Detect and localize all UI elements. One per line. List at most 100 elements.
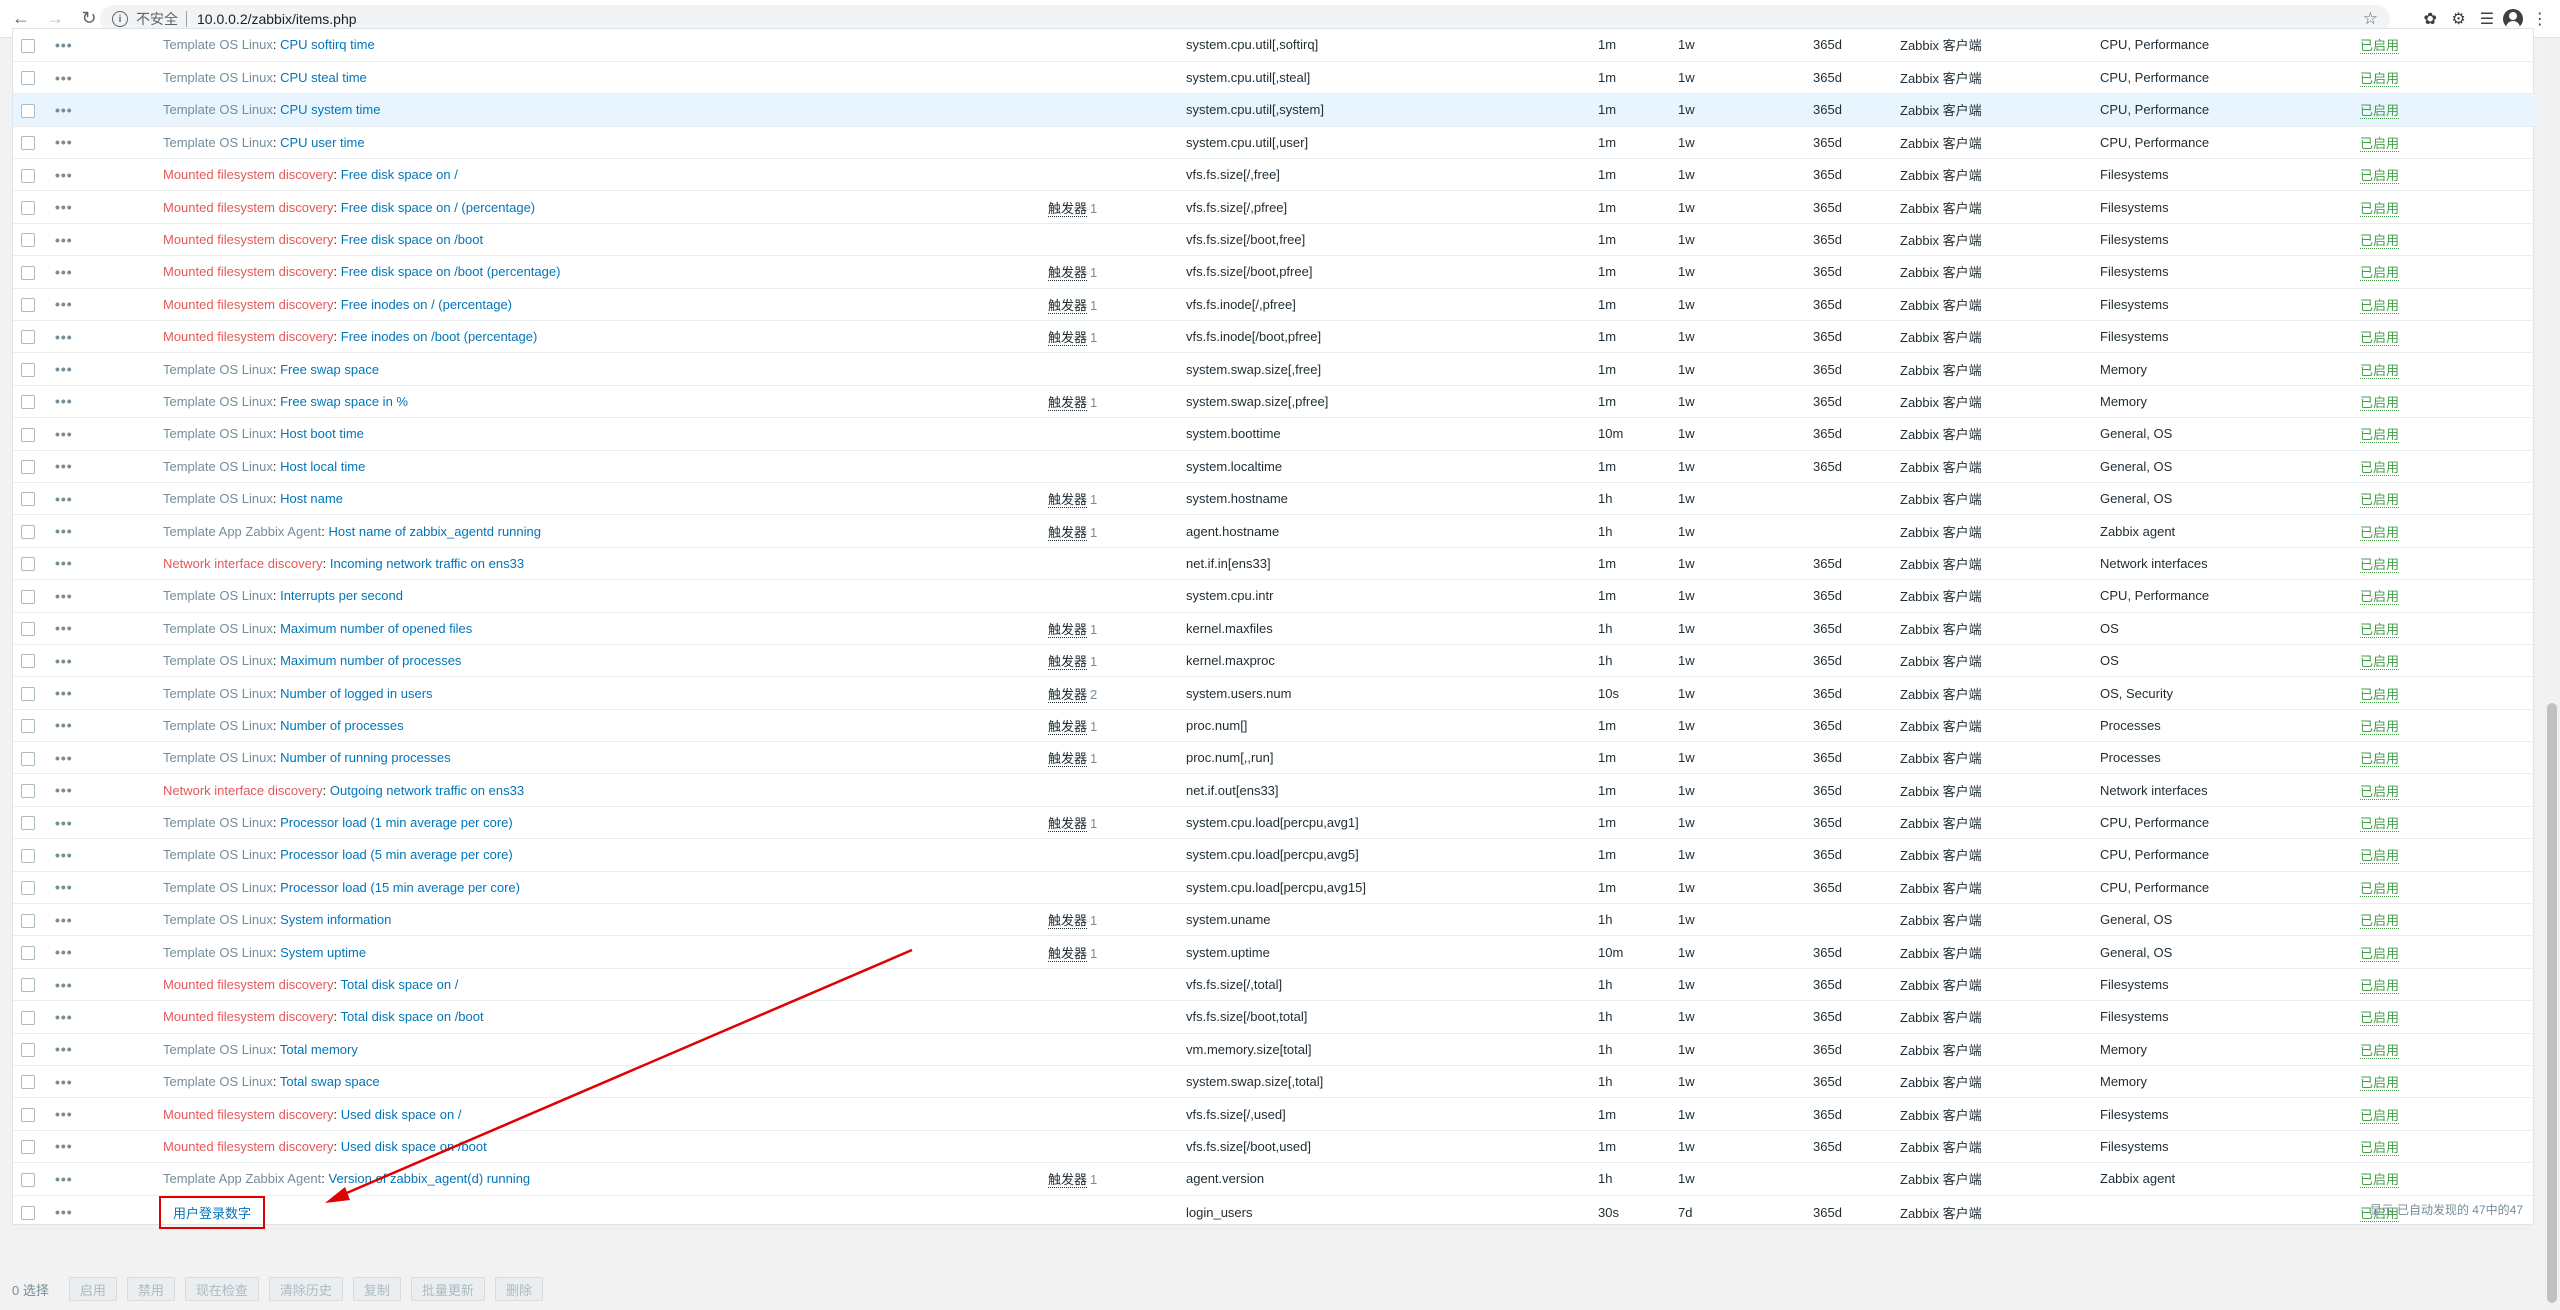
more-options-icon[interactable]: ••• [55, 264, 73, 280]
status-toggle-link[interactable]: 已启用 [2360, 394, 2400, 411]
row-checkbox[interactable] [21, 298, 35, 313]
row-checkbox[interactable] [21, 1140, 35, 1155]
status-toggle-link[interactable]: 已启用 [2360, 718, 2400, 735]
row-checkbox[interactable] [21, 168, 35, 183]
item-template-link[interactable]: Network interface discovery [163, 556, 323, 571]
more-options-icon[interactable]: ••• [55, 37, 73, 53]
item-template-link[interactable]: Mounted filesystem discovery [163, 977, 334, 992]
triggers-link[interactable]: 触发器 [1048, 718, 1088, 735]
triggers-link[interactable]: 触发器 [1048, 330, 1088, 347]
status-toggle-link[interactable]: 已启用 [2360, 1172, 2400, 1189]
item-name-link[interactable]: Free inodes on / (percentage) [341, 297, 512, 312]
more-options-icon[interactable]: ••• [55, 1138, 73, 1154]
row-checkbox[interactable] [21, 460, 35, 475]
more-options-icon[interactable]: ••• [55, 912, 73, 928]
item-name-link[interactable]: Version of zabbix_agent(d) running [329, 1171, 531, 1186]
disable-button[interactable]: 禁用 [126, 1277, 175, 1301]
item-template-link[interactable]: Mounted filesystem discovery [163, 264, 334, 279]
item-template-link[interactable]: Mounted filesystem discovery [163, 1009, 334, 1024]
row-checkbox[interactable] [21, 1172, 35, 1187]
item-name-link[interactable]: Total swap space [280, 1074, 380, 1089]
bookmark-star-icon[interactable]: ☆ [2363, 9, 2378, 29]
triggers-link[interactable]: 触发器 [1048, 816, 1088, 833]
status-toggle-link[interactable]: 已启用 [2360, 297, 2400, 314]
item-template-link[interactable]: Template OS Linux [163, 1074, 273, 1089]
status-toggle-link[interactable]: 已启用 [2360, 945, 2400, 962]
status-toggle-link[interactable]: 已启用 [2360, 556, 2400, 573]
item-name-link[interactable]: Number of running processes [280, 750, 451, 765]
item-name-link[interactable]: Free swap space [280, 362, 379, 377]
row-checkbox[interactable] [21, 589, 35, 604]
item-name-link[interactable]: Maximum number of opened files [280, 621, 472, 636]
item-template-link[interactable]: Template OS Linux [163, 912, 273, 927]
status-toggle-link[interactable]: 已启用 [2360, 168, 2400, 185]
status-toggle-link[interactable]: 已启用 [2360, 459, 2400, 476]
item-name-link[interactable]: Total disk space on /boot [341, 1009, 484, 1024]
item-template-link[interactable]: Template OS Linux [163, 718, 273, 733]
item-template-link[interactable]: Template OS Linux [163, 880, 273, 895]
item-template-link[interactable]: Network interface discovery [163, 783, 323, 798]
more-options-icon[interactable]: ••• [55, 329, 73, 345]
triggers-link[interactable]: 触发器 [1048, 913, 1088, 930]
triggers-link[interactable]: 触发器 [1048, 265, 1088, 282]
mass-update-button[interactable]: 批量更新 [410, 1277, 485, 1301]
row-checkbox[interactable] [21, 1075, 35, 1090]
item-name-link[interactable]: Incoming network traffic on ens33 [330, 556, 524, 571]
item-name-link[interactable]: Number of logged in users [280, 686, 432, 701]
status-toggle-link[interactable]: 已启用 [2360, 783, 2400, 800]
delete-button[interactable]: 删除 [494, 1277, 543, 1301]
triggers-link[interactable]: 触发器 [1048, 394, 1088, 411]
item-template-link[interactable]: Template OS Linux [163, 394, 273, 409]
clear-history-button[interactable]: 清除历史 [268, 1277, 343, 1301]
item-name-link[interactable]: CPU user time [280, 135, 365, 150]
status-toggle-link[interactable]: 已启用 [2360, 913, 2400, 930]
more-options-icon[interactable]: ••• [55, 1106, 73, 1122]
triggers-link[interactable]: 触发器 [1048, 945, 1088, 962]
enable-button[interactable]: 启用 [68, 1277, 117, 1301]
row-checkbox[interactable] [21, 686, 35, 701]
more-options-icon[interactable]: ••• [55, 620, 73, 636]
status-toggle-link[interactable]: 已启用 [2360, 880, 2400, 897]
more-options-icon[interactable]: ••• [55, 361, 73, 377]
status-toggle-link[interactable]: 已启用 [2360, 1139, 2400, 1156]
item-template-link[interactable]: Mounted filesystem discovery [163, 329, 334, 344]
more-options-icon[interactable]: ••• [55, 199, 73, 215]
puzzle-icon[interactable]: ⚙ [2447, 9, 2471, 29]
item-template-link[interactable]: Template OS Linux [163, 362, 273, 377]
status-toggle-link[interactable]: 已启用 [2360, 524, 2400, 541]
item-name-link[interactable]: Free disk space on / [341, 167, 458, 182]
item-template-link[interactable]: Template OS Linux [163, 70, 273, 85]
row-checkbox[interactable] [21, 103, 35, 118]
more-options-icon[interactable]: ••• [55, 750, 73, 766]
row-checkbox[interactable] [21, 38, 35, 53]
row-checkbox[interactable] [21, 136, 35, 151]
item-name-link[interactable]: Free disk space on /boot [341, 232, 483, 247]
row-checkbox[interactable] [21, 265, 35, 280]
more-options-icon[interactable]: ••• [55, 847, 73, 863]
more-options-icon[interactable]: ••• [55, 653, 73, 669]
item-template-link[interactable]: Template OS Linux [163, 588, 273, 603]
item-name-link[interactable]: Free disk space on / (percentage) [341, 200, 535, 215]
check-now-button[interactable]: 现在检查 [184, 1277, 259, 1301]
status-toggle-link[interactable]: 已启用 [2360, 330, 2400, 347]
row-checkbox[interactable] [21, 362, 35, 377]
row-checkbox[interactable] [21, 233, 35, 248]
scrollbar-track[interactable] [2544, 38, 2560, 1310]
menu-kebab-icon[interactable]: ⋮ [2528, 9, 2552, 29]
item-name-link[interactable]: Host name [280, 491, 343, 506]
triggers-link[interactable]: 触发器 [1048, 654, 1088, 671]
more-options-icon[interactable]: ••• [55, 523, 73, 539]
item-template-link[interactable]: Template OS Linux [163, 686, 273, 701]
item-name-link[interactable]: Free disk space on /boot (percentage) [341, 264, 561, 279]
more-options-icon[interactable]: ••• [55, 1171, 73, 1187]
item-template-link[interactable]: Template OS Linux [163, 815, 273, 830]
item-name-link[interactable]: Number of processes [280, 718, 404, 733]
more-options-icon[interactable]: ••• [55, 944, 73, 960]
item-template-link[interactable]: Template OS Linux [163, 102, 273, 117]
more-options-icon[interactable]: ••• [55, 393, 73, 409]
triggers-link[interactable]: 触发器 [1048, 621, 1088, 638]
item-name-link[interactable]: System uptime [280, 945, 366, 960]
more-options-icon[interactable]: ••• [55, 426, 73, 442]
more-options-icon[interactable]: ••• [55, 296, 73, 312]
row-checkbox[interactable] [21, 71, 35, 86]
